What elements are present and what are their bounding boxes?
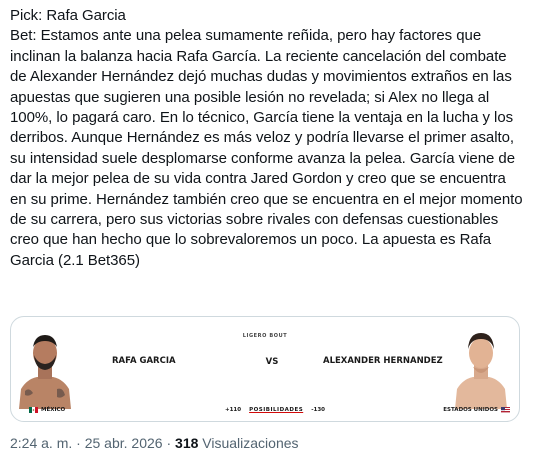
vs-label: VS [265, 357, 279, 367]
odds-link[interactable]: POSIBILIDADES [249, 407, 303, 413]
fighter-left-odds: +110 [225, 407, 242, 413]
tweet-date[interactable]: 25 abr. 2026 [85, 435, 163, 451]
fighter-left-photo [17, 327, 73, 409]
meta-separator-2: · [166, 435, 172, 451]
fighter-left-country-label: MÉXICO [41, 407, 66, 413]
usa-flag-icon [501, 407, 510, 413]
tweet-body: Pick: Rafa Garcia Bet: Estamos ante una … [10, 6, 524, 271]
tweet-pick-line: Pick: Rafa Garcia [10, 7, 126, 24]
tweet-time[interactable]: 2:24 a. m. [10, 435, 72, 451]
tweet-bet-paragraph: Bet: Estamos ante una pelea sumamente re… [10, 27, 523, 269]
views-count: 318 [175, 435, 199, 451]
fighter-right-odds: -130 [311, 407, 325, 413]
fighter-left-country: MÉXICO [29, 407, 65, 413]
views-label: Visualizaciones [202, 435, 299, 451]
fight-card[interactable]: LIGERO BOUT RAFA GARCIA VS ALEXANDER HER… [10, 316, 520, 422]
meta-separator: · [76, 435, 81, 451]
fighter-right-name: ALEXANDER HERNANDEZ [323, 356, 443, 366]
odds-row: +110 POSIBILIDADES -130 [225, 407, 325, 413]
weight-class-label: LIGERO BOUT [242, 333, 288, 339]
fighter-right-country-label: ESTADOS UNIDOS [443, 407, 498, 413]
tweet-text: Pick: Rafa Garcia Bet: Estamos ante una … [10, 6, 524, 271]
fighter-right-country: ESTADOS UNIDOS [443, 407, 510, 413]
fighter-right-photo [453, 327, 509, 409]
tweet-meta: 2:24 a. m. · 25 abr. 2026 · 318 Visualiz… [10, 435, 299, 451]
mexico-flag-icon [29, 407, 38, 413]
